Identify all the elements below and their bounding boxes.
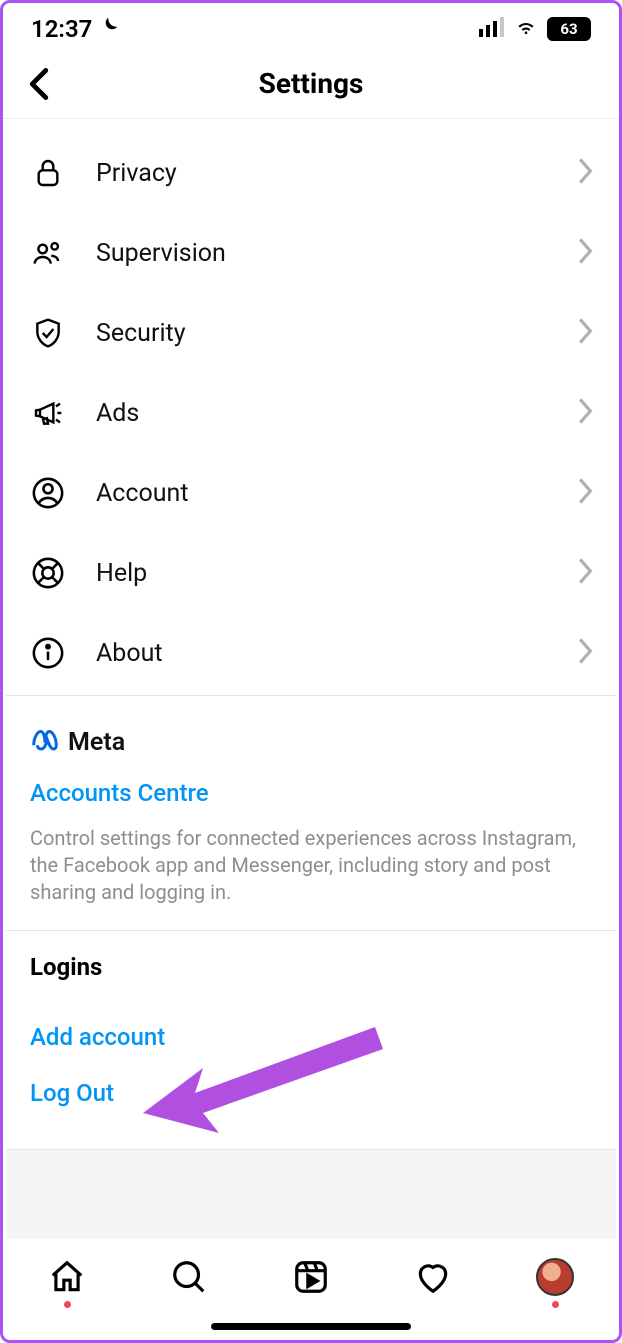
chevron-right-icon <box>578 398 594 428</box>
settings-row-about[interactable]: About <box>6 613 616 693</box>
chevron-right-icon <box>578 638 594 668</box>
tab-profile[interactable] <box>530 1252 580 1302</box>
settings-row-supervision[interactable]: Supervision <box>6 213 616 293</box>
home-indicator[interactable] <box>211 1323 411 1330</box>
empty-space <box>6 1150 616 1237</box>
chevron-right-icon <box>578 318 594 348</box>
settings-row-security[interactable]: Security <box>6 293 616 373</box>
chevron-right-icon <box>578 558 594 588</box>
people-icon <box>28 233 68 273</box>
notification-dot <box>64 1301 71 1308</box>
avatar <box>536 1258 574 1296</box>
logout-link[interactable]: Log Out <box>30 1065 592 1121</box>
wifi-icon <box>513 15 539 43</box>
settings-row-ads[interactable]: Ads <box>6 373 616 453</box>
tab-bar <box>6 1237 616 1337</box>
chevron-right-icon <box>578 238 594 268</box>
meta-section: Meta Accounts Centre Control settings fo… <box>6 696 616 931</box>
info-icon <box>28 633 68 673</box>
accounts-centre-link[interactable]: Accounts Centre <box>30 779 592 807</box>
settings-list: Privacy Supervision Security <box>6 123 616 695</box>
chevron-right-icon <box>578 478 594 508</box>
settings-row-help[interactable]: Help <box>6 533 616 613</box>
settings-row-label: About <box>96 639 550 668</box>
settings-row-account[interactable]: Account <box>6 453 616 533</box>
notification-dot <box>552 1301 559 1308</box>
page-title: Settings <box>259 67 364 100</box>
settings-row-label: Ads <box>96 399 550 428</box>
tab-search[interactable] <box>164 1252 214 1302</box>
battery-icon: 63 <box>547 17 591 41</box>
logins-title: Logins <box>30 953 592 981</box>
add-account-link[interactable]: Add account <box>30 1009 592 1065</box>
settings-row-label: Account <box>96 479 550 508</box>
status-time: 12:37 <box>31 15 92 43</box>
settings-row-label: Supervision <box>96 239 550 268</box>
user-circle-icon <box>28 473 68 513</box>
meta-description: Control settings for connected experienc… <box>30 825 592 906</box>
lifebuoy-icon <box>28 553 68 593</box>
lock-icon <box>28 153 68 193</box>
header: Settings <box>3 49 619 119</box>
logins-section: Logins Add account Log Out <box>6 931 616 1149</box>
tab-reels[interactable] <box>286 1252 336 1302</box>
meta-brand: Meta <box>30 724 592 761</box>
settings-row-label: Help <box>96 559 550 588</box>
cellular-icon <box>479 15 505 43</box>
settings-row-privacy[interactable]: Privacy <box>6 133 616 213</box>
settings-row-label: Security <box>96 319 550 348</box>
meta-logo-icon <box>30 724 60 761</box>
settings-row-label: Privacy <box>96 159 550 188</box>
moon-icon <box>98 15 120 43</box>
chevron-right-icon <box>578 158 594 188</box>
status-bar: 12:37 63 <box>3 3 619 49</box>
tab-activity[interactable] <box>408 1252 458 1302</box>
megaphone-icon <box>28 393 68 433</box>
meta-brand-label: Meta <box>68 728 125 757</box>
shield-icon <box>28 313 68 353</box>
tab-home[interactable] <box>42 1252 92 1302</box>
back-button[interactable] <box>15 60 63 108</box>
